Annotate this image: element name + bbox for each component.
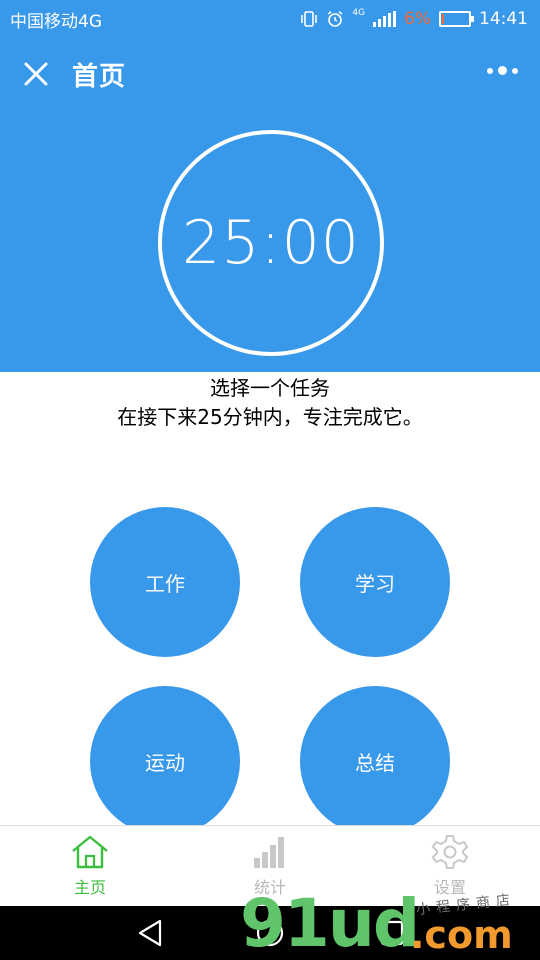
- clock: 14:41: [479, 9, 528, 29]
- tab-bar: 主页 统计 设置: [0, 825, 540, 906]
- task-label: 总结: [355, 750, 395, 775]
- battery-percent: 6%: [404, 9, 431, 29]
- vibrate-icon: [301, 11, 318, 27]
- status-icons: 4G 6% 14:41: [300, 9, 528, 29]
- tab-stats[interactable]: 统计: [210, 834, 330, 898]
- task-button-summary[interactable]: 总结: [300, 686, 450, 836]
- tab-home[interactable]: 主页: [30, 834, 150, 898]
- close-icon[interactable]: [22, 60, 50, 88]
- gear-icon: [431, 835, 469, 869]
- instruction-subtitle: 在接下来25分钟内，专注完成它。: [117, 405, 423, 429]
- task-label: 学习: [355, 571, 395, 596]
- carrier-label: 中国移动4G: [10, 11, 102, 32]
- timer-hero: 25:00: [0, 110, 540, 372]
- task-label: 工作: [145, 571, 185, 596]
- home-icon: [72, 835, 108, 869]
- status-bar: 中国移动4G 4G 6% 14:41: [0, 0, 540, 38]
- task-label: 运动: [145, 750, 185, 775]
- network-badge: 4G: [352, 8, 366, 18]
- tab-label: 主页: [73, 878, 106, 897]
- stats-icon: [254, 837, 284, 868]
- nav-bar: 首页: [0, 38, 540, 110]
- home-nav-icon[interactable]: [255, 918, 285, 948]
- task-button-exercise[interactable]: 运动: [90, 686, 240, 836]
- battery-fill: [442, 14, 444, 24]
- tab-settings[interactable]: 设置: [390, 834, 510, 898]
- instructions: 选择一个任务 在接下来25分钟内，专注完成它。: [0, 372, 540, 432]
- signal-icon: [373, 11, 397, 27]
- timer-ring: 25:00: [158, 130, 384, 356]
- recents-icon[interactable]: [378, 918, 406, 948]
- tab-label: 设置: [433, 878, 466, 897]
- timer-display: 25:00: [182, 208, 360, 278]
- system-nav-bar: [0, 906, 540, 960]
- battery-icon: [439, 11, 474, 27]
- task-button-study[interactable]: 学习: [300, 507, 450, 657]
- more-icon[interactable]: [487, 66, 518, 75]
- back-icon[interactable]: [136, 918, 164, 948]
- alarm-icon: [327, 11, 343, 27]
- tab-label: 统计: [253, 878, 286, 897]
- instruction-title: 选择一个任务: [210, 376, 330, 400]
- task-button-work[interactable]: 工作: [90, 507, 240, 657]
- page-title: 首页: [72, 61, 127, 92]
